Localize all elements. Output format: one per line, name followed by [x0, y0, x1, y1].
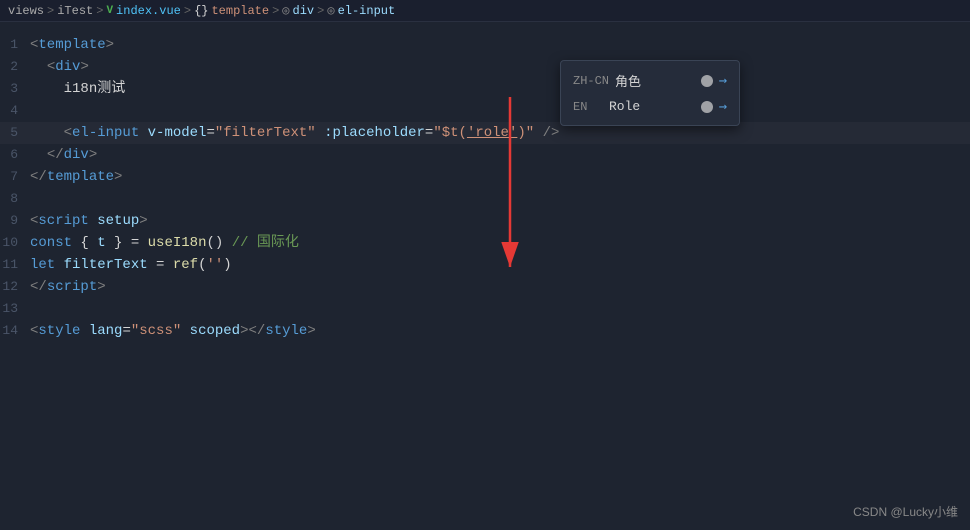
- code-line-6: 6 </div>: [0, 144, 970, 166]
- watermark: CSDN @Lucky小维: [853, 503, 958, 520]
- line-content-13: [30, 298, 962, 320]
- breadcrumb-el-input[interactable]: el-input: [338, 4, 396, 18]
- code-line-5: 5 <el-input v-model="filterText" :placeh…: [0, 122, 970, 144]
- tooltip-arrow-zh[interactable]: ↗: [714, 72, 732, 90]
- line-content-7: </template>: [30, 166, 962, 188]
- breadcrumb-curly: {}: [194, 4, 208, 18]
- code-line-3: 3 i18n测试: [0, 78, 970, 100]
- breadcrumb-sep4: >: [272, 4, 279, 18]
- tooltip-lang-en: EN: [573, 100, 603, 114]
- breadcrumb: views > iTest > V index.vue > {} templat…: [0, 0, 970, 22]
- code-line-12: 12 </script>: [0, 276, 970, 298]
- vue-icon: V: [106, 5, 113, 17]
- line-num-7: 7: [0, 166, 30, 188]
- line-content-3: i18n测试: [30, 78, 962, 100]
- tooltip-bubble-zh: [701, 75, 713, 87]
- line-num-10: 10: [0, 232, 30, 254]
- line-content-6: </div>: [30, 144, 962, 166]
- line-num-9: 9: [0, 210, 30, 232]
- line-content-5: <el-input v-model="filterText" :placehol…: [30, 122, 962, 144]
- breadcrumb-indexvue[interactable]: index.vue: [116, 4, 181, 18]
- code-line-13: 13: [0, 298, 970, 320]
- line-num-5: 5: [0, 122, 30, 144]
- line-num-4: 4: [0, 100, 30, 122]
- code-line-10: 10 const { t } = useI18n() // 国际化: [0, 232, 970, 254]
- code-line-4: 4: [0, 100, 970, 122]
- line-content-2: <div>: [30, 56, 962, 78]
- tooltip-popup: ZH-CN 角色 ↗ EN Role ↗: [560, 60, 740, 126]
- code-editor: 1 <template> 2 <div> 3 i18n测试 4 5 <el-in…: [0, 22, 970, 354]
- tooltip-arrow-en[interactable]: ↗: [714, 98, 732, 116]
- line-content-4: [30, 100, 962, 122]
- line-num-8: 8: [0, 188, 30, 210]
- code-line-14: 14 <style lang="scss" scoped></style>: [0, 320, 970, 342]
- line-content-8: [30, 188, 962, 210]
- code-line-8: 8: [0, 188, 970, 210]
- breadcrumb-div[interactable]: div: [293, 4, 315, 18]
- code-line-1: 1 <template>: [0, 34, 970, 56]
- breadcrumb-itest[interactable]: iTest: [57, 4, 93, 18]
- code-line-11: 11 let filterText = ref(''): [0, 254, 970, 276]
- line-num-1: 1: [0, 34, 30, 56]
- tooltip-text-en: Role: [609, 99, 695, 114]
- line-content-14: <style lang="scss" scoped></style>: [30, 320, 962, 342]
- div-icon: ◎: [282, 3, 289, 18]
- breadcrumb-template[interactable]: template: [211, 4, 269, 18]
- code-line-9: 9 <script setup>: [0, 210, 970, 232]
- tooltip-row-zhcn[interactable]: ZH-CN 角色 ↗: [561, 67, 739, 94]
- line-content-9: <script setup>: [30, 210, 962, 232]
- breadcrumb-sep2: >: [96, 4, 103, 18]
- line-content-11: let filterText = ref(''): [30, 254, 962, 276]
- breadcrumb-sep5: >: [317, 4, 324, 18]
- breadcrumb-sep3: >: [184, 4, 191, 18]
- line-num-2: 2: [0, 56, 30, 78]
- tooltip-lang-zh: ZH-CN: [573, 74, 609, 88]
- line-num-6: 6: [0, 144, 30, 166]
- line-content-12: </script>: [30, 276, 962, 298]
- breadcrumb-views[interactable]: views: [8, 4, 44, 18]
- code-line-7: 7 </template>: [0, 166, 970, 188]
- line-num-14: 14: [0, 320, 30, 342]
- tooltip-text-zh: 角色: [615, 71, 695, 90]
- breadcrumb-sep1: >: [47, 4, 54, 18]
- code-line-2: 2 <div>: [0, 56, 970, 78]
- input-icon: ◎: [327, 3, 334, 18]
- tooltip-bubble-en: [701, 101, 713, 113]
- line-num-11: 11: [0, 254, 30, 276]
- line-num-3: 3: [0, 78, 30, 100]
- tooltip-row-en[interactable]: EN Role ↗: [561, 94, 739, 119]
- line-num-13: 13: [0, 298, 30, 320]
- line-content-10: const { t } = useI18n() // 国际化: [30, 232, 962, 254]
- line-content-1: <template>: [30, 34, 962, 56]
- line-num-12: 12: [0, 276, 30, 298]
